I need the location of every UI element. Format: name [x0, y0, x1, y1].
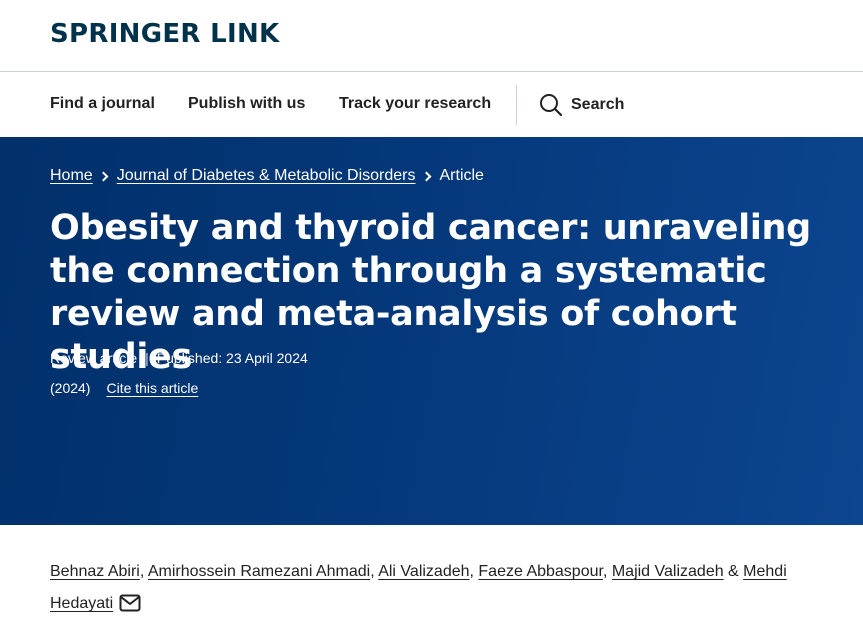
author-link[interactable]: Amirhossein Ramezani Ahmadi — [148, 563, 370, 580]
cite-this-article-link[interactable]: Cite this article — [106, 380, 198, 396]
author-link[interactable]: Majid Valizadeh — [612, 563, 724, 580]
nav-publish-with-us[interactable]: Publish with us — [188, 95, 305, 113]
breadcrumb-journal[interactable]: Journal of Diabetes & Metabolic Disorder… — [117, 167, 416, 185]
chevron-right-icon — [421, 171, 431, 181]
breadcrumb-article: Article — [439, 167, 484, 184]
author-link[interactable]: Ali Valizadeh — [378, 563, 469, 580]
author-separator: , — [602, 563, 612, 580]
logo-bar: Springer Link — [0, 0, 863, 72]
springer-link-logo[interactable]: Springer Link — [50, 19, 279, 49]
nav-find-a-journal[interactable]: Find a journal — [50, 95, 155, 113]
chevron-right-icon — [98, 171, 109, 181]
author-separator: , — [370, 563, 379, 580]
breadcrumb-home[interactable]: Home — [50, 167, 93, 185]
nav-track-your-research[interactable]: Track your research — [339, 95, 491, 113]
author-separator: & — [723, 563, 744, 580]
article-type: Review article — [50, 350, 138, 366]
email-icon[interactable] — [119, 594, 141, 612]
nav-divider — [516, 85, 517, 125]
breadcrumb: Home Journal of Diabetes & Metabolic Dis… — [50, 167, 484, 185]
published-date: Published: 23 April 2024 — [156, 350, 308, 366]
search-label: Search — [571, 96, 625, 113]
search-button[interactable]: Search — [539, 93, 624, 117]
main-navigation: Find a journal Publish with us Track you… — [0, 73, 863, 137]
article-hero: Home Journal of Diabetes & Metabolic Dis… — [0, 137, 863, 525]
author-list: Behnaz Abiri, Amirhossein Ramezani Ahmad… — [50, 556, 840, 618]
search-icon — [539, 93, 563, 117]
article-year: (2024) — [50, 380, 91, 396]
author-link[interactable]: Faeze Abbaspour — [478, 563, 603, 580]
author-separator: , — [139, 563, 148, 580]
article-meta: Review article | Published: 23 April 202… — [50, 350, 308, 366]
article-citation-row: (2024) Cite this article — [50, 380, 198, 396]
author-link[interactable]: Behnaz Abiri — [50, 563, 140, 580]
meta-separator: | — [145, 350, 149, 366]
